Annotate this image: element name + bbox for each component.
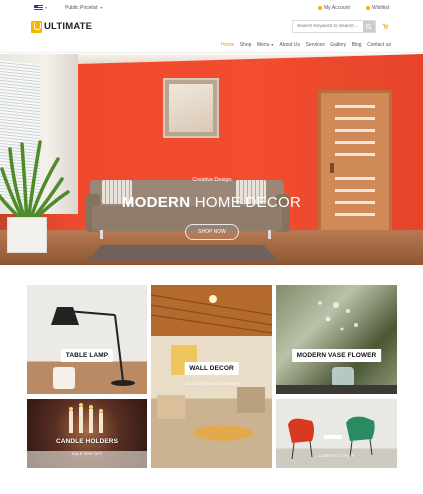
tile-label: MODERN VASE FLOWER — [291, 349, 382, 362]
chevron-down-icon[interactable]: ▾ — [45, 5, 47, 10]
table-lamp-image — [51, 307, 135, 389]
chevron-down-icon: ▾ — [100, 5, 103, 10]
door-slat — [335, 117, 375, 120]
door-slat — [335, 129, 375, 132]
search-button[interactable] — [363, 21, 375, 32]
nav-item-blog[interactable]: Blog — [352, 42, 362, 48]
hero-title-bold: MODERN — [121, 194, 191, 211]
shop-now-button[interactable]: SHOP NOW — [185, 224, 239, 240]
tile-label: TABLE LAMP — [60, 349, 114, 362]
nav-item-home[interactable]: Home — [221, 42, 234, 48]
door-slat — [335, 213, 375, 216]
wooden-door — [318, 90, 392, 238]
main-nav: Home Shop Menu▼ About Us Services Galler… — [221, 42, 391, 48]
hero-banner: Creative Design MODERN HOME DECOR SHOP N… — [0, 54, 423, 265]
tile-label: COMFORT CHAIR — [318, 453, 355, 458]
door-slat — [335, 153, 375, 156]
door-handle — [330, 163, 334, 173]
tile-subtitle: COLLECTION DECORATION — [182, 381, 241, 386]
nav-item-menu-label: Menu — [256, 42, 270, 48]
tile-wall-decor[interactable]: WALL DECOR COLLECTION DECORATION — [151, 285, 272, 468]
logo-icon — [31, 20, 42, 33]
wall-frame — [163, 78, 219, 138]
account-label: My Account — [324, 5, 350, 11]
hero-title-rest: HOME DECOR — [190, 194, 302, 211]
search-input[interactable] — [293, 21, 363, 32]
nav-item-about-us[interactable]: About Us — [279, 42, 300, 48]
frame-art — [169, 84, 213, 132]
us-flag-icon[interactable] — [34, 5, 43, 11]
top-bar: ▾ Public Pricelist ▾ My Account Wishlist — [0, 0, 423, 16]
heart-icon — [366, 5, 370, 10]
wishlist-label: Wishlist — [372, 5, 390, 11]
door-slat — [335, 105, 375, 108]
pricelist-dropdown[interactable]: Public Pricelist ▾ — [65, 5, 103, 11]
pricelist-label: Public Pricelist — [65, 5, 98, 11]
door-slat — [335, 141, 375, 144]
search-icon — [366, 23, 372, 30]
candle-holders-image — [27, 403, 147, 468]
nav-item-menu[interactable]: Menu▼ — [257, 42, 274, 48]
tile-label: CANDLE HOLDERS — [55, 438, 119, 445]
tile-table-lamp[interactable]: TABLE LAMP — [27, 285, 147, 394]
chevron-down-icon: ▼ — [270, 43, 274, 47]
tile-subtitle: SALE 30% OFF — [71, 451, 103, 456]
nav-item-gallery[interactable]: Gallery — [330, 42, 346, 48]
hero-subtitle: Creative Design — [192, 177, 232, 183]
site-logo[interactable]: ULTIMATE — [31, 19, 92, 34]
tile-comfort-chair[interactable]: COMFORT CHAIR — [276, 399, 397, 468]
area-rug — [87, 244, 278, 261]
nav-item-services[interactable]: Services — [306, 42, 325, 48]
wall-decor-image — [151, 294, 272, 441]
vase-flower-image — [276, 301, 397, 394]
tile-modern-vase-flower[interactable]: MODERN VASE FLOWER — [276, 285, 397, 394]
plant-pot — [7, 217, 47, 253]
header-divider — [0, 52, 423, 53]
cart-icon[interactable] — [382, 23, 388, 29]
search-bar — [292, 20, 376, 33]
nav-item-shop[interactable]: Shop — [240, 42, 252, 48]
logo-text: ULTIMATE — [44, 21, 93, 32]
hero-title: MODERN HOME DECOR — [0, 194, 423, 211]
tile-candle-holders[interactable]: CANDLE HOLDERS SALE 30% OFF — [27, 399, 147, 468]
tile-label: WALL DECOR — [184, 362, 239, 375]
nav-item-contact-us[interactable]: Contact us — [367, 42, 391, 48]
my-account-link[interactable]: My Account — [318, 5, 350, 11]
user-icon — [318, 5, 322, 10]
door-slat — [335, 189, 375, 192]
wishlist-link[interactable]: Wishlist — [366, 5, 389, 11]
